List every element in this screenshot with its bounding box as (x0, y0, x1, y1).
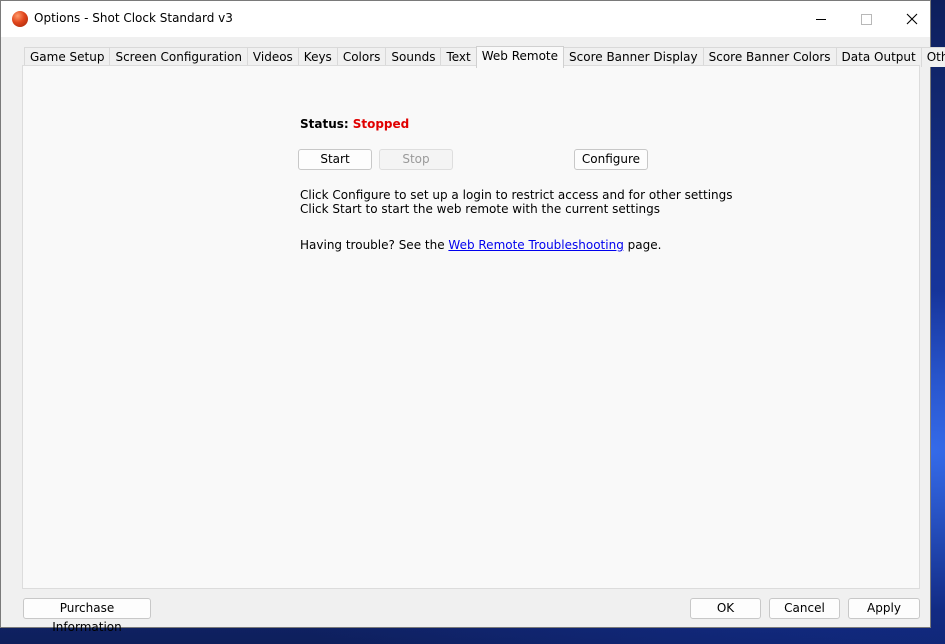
web-remote-panel: Status: Stopped Start Stop Configure Clic… (22, 65, 920, 589)
start-button[interactable]: Start (298, 149, 372, 170)
status-value: Stopped (352, 117, 410, 131)
status-row: Status: Stopped (300, 117, 409, 131)
tab-videos[interactable]: Videos (246, 47, 299, 67)
troubleshooting-link[interactable]: Web Remote Troubleshooting (448, 238, 623, 252)
tab-other[interactable]: Other (920, 47, 945, 67)
tab-score-banner-colors[interactable]: Score Banner Colors (702, 47, 837, 67)
options-window: Options - Shot Clock Standard v3 Game Se… (0, 0, 945, 634)
configure-help-text: Click Configure to set up a login to res… (300, 188, 733, 202)
configure-button[interactable]: Configure (574, 149, 648, 170)
tab-game-setup[interactable]: Game Setup (24, 47, 111, 67)
tab-score-banner-display[interactable]: Score Banner Display (563, 47, 704, 67)
shot-clock-ball-icon (12, 11, 28, 27)
troubleshooting-text: Having trouble? See the Web Remote Troub… (300, 238, 661, 252)
ok-button[interactable]: OK (690, 598, 761, 619)
apply-button[interactable]: Apply (848, 598, 920, 619)
stop-button[interactable]: Stop (379, 149, 453, 170)
minimize-icon (816, 18, 826, 20)
trouble-suffix: page. (623, 238, 662, 252)
tab-sounds[interactable]: Sounds (385, 47, 442, 67)
close-icon (906, 13, 918, 25)
maximize-icon (860, 13, 872, 25)
minimize-button[interactable] (798, 1, 844, 37)
options-tabs: Game Setup Screen Configuration Videos K… (24, 46, 945, 68)
tab-keys[interactable]: Keys (297, 47, 338, 67)
title-bar[interactable]: Options - Shot Clock Standard v3 (1, 1, 930, 37)
status-label: Status: (300, 117, 349, 131)
tab-web-remote[interactable]: Web Remote (475, 46, 565, 68)
trouble-prefix: Having trouble? See the (300, 238, 449, 252)
maximize-button[interactable] (843, 1, 889, 37)
cancel-button[interactable]: Cancel (769, 598, 840, 619)
purchase-information-button[interactable]: Purchase Information (23, 598, 151, 634)
tab-screen-configuration[interactable]: Screen Configuration (109, 47, 248, 67)
start-help-text: Click Start to start the web remote with… (300, 202, 661, 216)
tab-colors[interactable]: Colors (336, 47, 387, 67)
window-title: Options - Shot Clock Standard v3 (34, 11, 233, 25)
close-button[interactable] (889, 1, 935, 37)
tab-text[interactable]: Text (440, 47, 477, 67)
tab-data-output[interactable]: Data Output (835, 47, 922, 67)
